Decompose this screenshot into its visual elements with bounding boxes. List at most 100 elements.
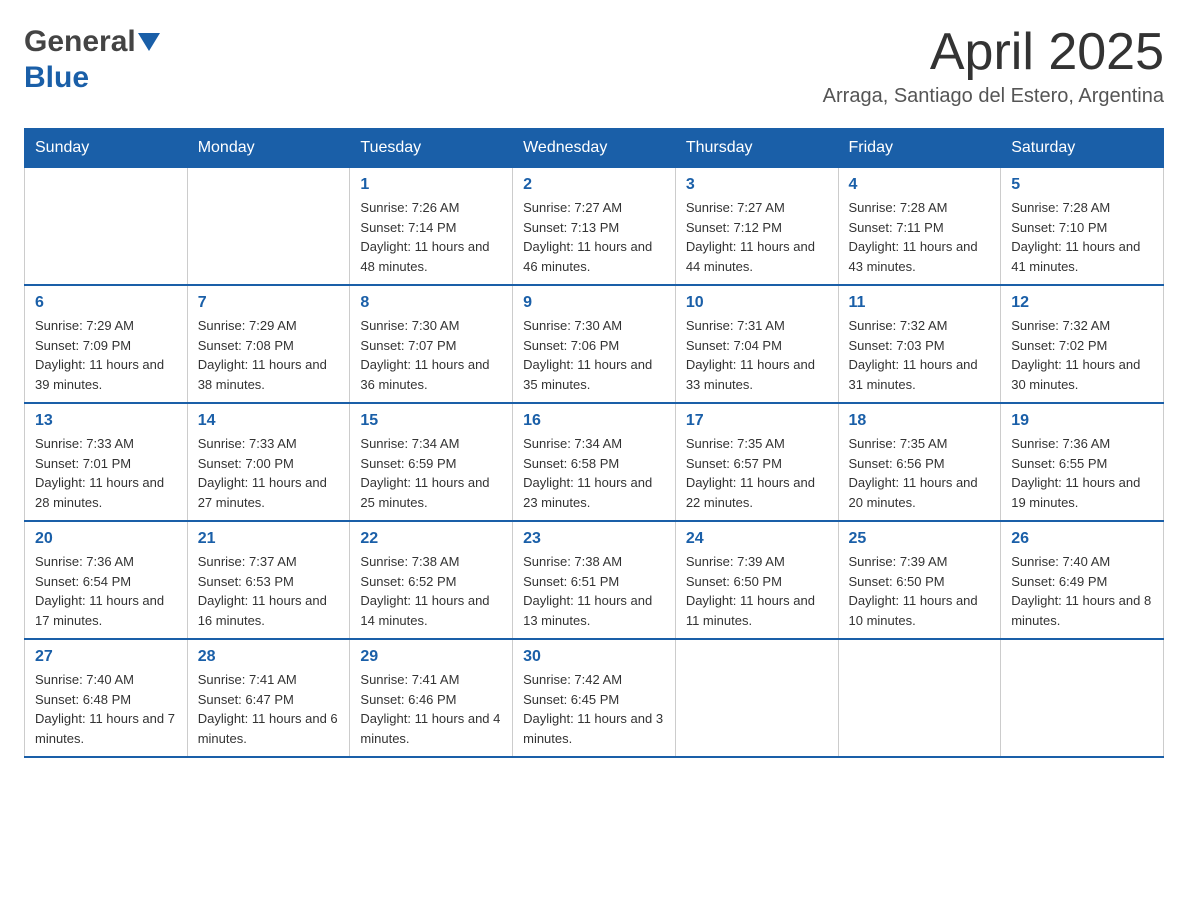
calendar-cell: 1Sunrise: 7:26 AMSunset: 7:14 PMDaylight…	[350, 168, 513, 286]
sunrise-text: Sunrise: 7:33 AM	[198, 434, 340, 454]
daylight-text: Daylight: 11 hours and 48 minutes.	[360, 237, 502, 276]
sunset-text: Sunset: 7:01 PM	[35, 454, 177, 474]
week-row-3: 13Sunrise: 7:33 AMSunset: 7:01 PMDayligh…	[25, 403, 1164, 521]
daylight-text: Daylight: 11 hours and 28 minutes.	[35, 473, 177, 512]
calendar-cell: 13Sunrise: 7:33 AMSunset: 7:01 PMDayligh…	[25, 403, 188, 521]
day-info: Sunrise: 7:34 AMSunset: 6:58 PMDaylight:…	[523, 434, 665, 512]
sunset-text: Sunset: 6:47 PM	[198, 690, 340, 710]
page-header: General Blue April 2025 Arraga, Santiago…	[24, 24, 1164, 108]
daylight-text: Daylight: 11 hours and 33 minutes.	[686, 355, 828, 394]
calendar-cell: 8 Sunrise: 7:30 AMSunset: 7:07 PMDaylight…	[350, 285, 513, 403]
day-number: 1	[360, 176, 502, 194]
daylight-text: Daylight: 11 hours and 41 minutes.	[1011, 237, 1153, 276]
sunrise-text: Sunrise: 7:29 AM	[198, 316, 340, 336]
header-sunday: Sunday	[25, 129, 188, 168]
sunrise-text: Sunrise: 7:40 AM	[1011, 552, 1153, 572]
day-info: Sunrise: 7:30 AMSunset: 7:07 PMDaylight:…	[360, 316, 502, 394]
daylight-text: Daylight: 11 hours and 22 minutes.	[686, 473, 828, 512]
daylight-text: Daylight: 11 hours and 7 minutes.	[35, 709, 177, 748]
daylight-text: Daylight: 11 hours and 23 minutes.	[523, 473, 665, 512]
sunrise-text: Sunrise: 7:35 AM	[686, 434, 828, 454]
sunset-text: Sunset: 6:58 PM	[523, 454, 665, 474]
calendar-cell: 4Sunrise: 7:28 AMSunset: 7:11 PMDaylight…	[838, 168, 1001, 286]
sunset-text: Sunset: 7:12 PM	[686, 218, 828, 238]
week-row-4: 20Sunrise: 7:36 AMSunset: 6:54 PMDayligh…	[25, 521, 1164, 639]
sunset-text: Sunset: 7:10 PM	[1011, 218, 1153, 238]
location-subtitle: Arraga, Santiago del Estero, Argentina	[823, 85, 1164, 108]
logo: General Blue	[24, 24, 160, 96]
title-section: April 2025 Arraga, Santiago del Estero, …	[823, 24, 1164, 108]
daylight-text: Daylight: 11 hours and 43 minutes.	[849, 237, 991, 276]
sunset-text: Sunset: 7:02 PM	[1011, 336, 1153, 356]
sunset-text: Sunset: 6:51 PM	[523, 572, 665, 592]
sunset-text: Sunset: 6:45 PM	[523, 690, 665, 710]
day-number: 24	[686, 530, 828, 548]
day-number: 5	[1011, 176, 1153, 194]
sunset-text: Sunset: 7:14 PM	[360, 218, 502, 238]
daylight-text: Daylight: 11 hours and 38 minutes.	[198, 355, 340, 394]
sunset-text: Sunset: 7:09 PM	[35, 336, 177, 356]
calendar-cell	[1001, 639, 1164, 757]
sunset-text: Sunset: 6:59 PM	[360, 454, 502, 474]
logo-general-text: General	[24, 24, 136, 60]
daylight-text: Daylight: 11 hours and 25 minutes.	[360, 473, 502, 512]
daylight-text: Daylight: 11 hours and 4 minutes.	[360, 709, 502, 748]
week-row-1: 1Sunrise: 7:26 AMSunset: 7:14 PMDaylight…	[25, 168, 1164, 286]
day-number: 22	[360, 530, 502, 548]
sunrise-text: Sunrise: 7:41 AM	[360, 670, 502, 690]
day-number: 8	[360, 294, 502, 312]
week-row-5: 27Sunrise: 7:40 AMSunset: 6:48 PMDayligh…	[25, 639, 1164, 757]
day-info: Sunrise: 7:32 AMSunset: 7:03 PMDaylight:…	[849, 316, 991, 394]
sunset-text: Sunset: 7:04 PM	[686, 336, 828, 356]
header-saturday: Saturday	[1001, 129, 1164, 168]
daylight-text: Daylight: 11 hours and 6 minutes.	[198, 709, 340, 748]
calendar-cell: 3Sunrise: 7:27 AMSunset: 7:12 PMDaylight…	[675, 168, 838, 286]
week-row-2: 6Sunrise: 7:29 AMSunset: 7:09 PMDaylight…	[25, 285, 1164, 403]
calendar-cell: 5 Sunrise: 7:28 AMSunset: 7:10 PMDaylight…	[1001, 168, 1164, 286]
day-number: 26	[1011, 530, 1153, 548]
day-number: 28	[198, 648, 340, 666]
day-info: Sunrise: 7:41 AMSunset: 6:46 PMDaylight:…	[360, 670, 502, 748]
day-info: Sunrise: 7:29 AMSunset: 7:09 PMDaylight:…	[35, 316, 177, 394]
day-info: Sunrise: 7:40 AMSunset: 6:48 PMDaylight:…	[35, 670, 177, 748]
sunrise-text: Sunrise: 7:33 AM	[35, 434, 177, 454]
header-tuesday: Tuesday	[350, 129, 513, 168]
calendar-cell: 22Sunrise: 7:38 AMSunset: 6:52 PMDayligh…	[350, 521, 513, 639]
daylight-text: Daylight: 11 hours and 35 minutes.	[523, 355, 665, 394]
sunrise-text: Sunrise: 7:40 AM	[35, 670, 177, 690]
sunrise-text: Sunrise: 7:35 AM	[849, 434, 991, 454]
calendar-cell	[187, 168, 350, 286]
sunrise-text: Sunrise: 7:28 AM	[1011, 198, 1153, 218]
day-number: 29	[360, 648, 502, 666]
day-number: 7	[198, 294, 340, 312]
logo-triangle-icon	[138, 33, 160, 55]
calendar-cell: 25Sunrise: 7:39 AMSunset: 6:50 PMDayligh…	[838, 521, 1001, 639]
calendar-cell: 26Sunrise: 7:40 AMSunset: 6:49 PMDayligh…	[1001, 521, 1164, 639]
sunset-text: Sunset: 6:48 PM	[35, 690, 177, 710]
sunrise-text: Sunrise: 7:28 AM	[849, 198, 991, 218]
sunrise-text: Sunrise: 7:32 AM	[849, 316, 991, 336]
calendar-cell	[675, 639, 838, 757]
daylight-text: Daylight: 11 hours and 3 minutes.	[523, 709, 665, 748]
calendar-cell: 29 Sunrise: 7:41 AMSunset: 6:46 PMDayligh…	[350, 639, 513, 757]
calendar-cell: 18Sunrise: 7:35 AMSunset: 6:56 PMDayligh…	[838, 403, 1001, 521]
calendar-cell: 24Sunrise: 7:39 AMSunset: 6:50 PMDayligh…	[675, 521, 838, 639]
sunrise-text: Sunrise: 7:39 AM	[686, 552, 828, 572]
sunset-text: Sunset: 7:06 PM	[523, 336, 665, 356]
sunrise-text: Sunrise: 7:32 AM	[1011, 316, 1153, 336]
day-number: 23	[523, 530, 665, 548]
calendar-cell: 16Sunrise: 7:34 AMSunset: 6:58 PMDayligh…	[513, 403, 676, 521]
sunrise-text: Sunrise: 7:30 AM	[523, 316, 665, 336]
sunrise-text: Sunrise: 7:34 AM	[360, 434, 502, 454]
day-info: Sunrise: 7:38 AMSunset: 6:51 PMDaylight:…	[523, 552, 665, 630]
day-number: 15	[360, 412, 502, 430]
sunrise-text: Sunrise: 7:41 AM	[198, 670, 340, 690]
logo-blue-text: Blue	[24, 61, 89, 94]
day-number: 18	[849, 412, 991, 430]
month-year-title: April 2025	[823, 24, 1164, 81]
calendar-cell: 2Sunrise: 7:27 AMSunset: 7:13 PMDaylight…	[513, 168, 676, 286]
calendar-cell: 9Sunrise: 7:30 AMSunset: 7:06 PMDaylight…	[513, 285, 676, 403]
day-number: 21	[198, 530, 340, 548]
sunset-text: Sunset: 7:13 PM	[523, 218, 665, 238]
day-number: 6	[35, 294, 177, 312]
